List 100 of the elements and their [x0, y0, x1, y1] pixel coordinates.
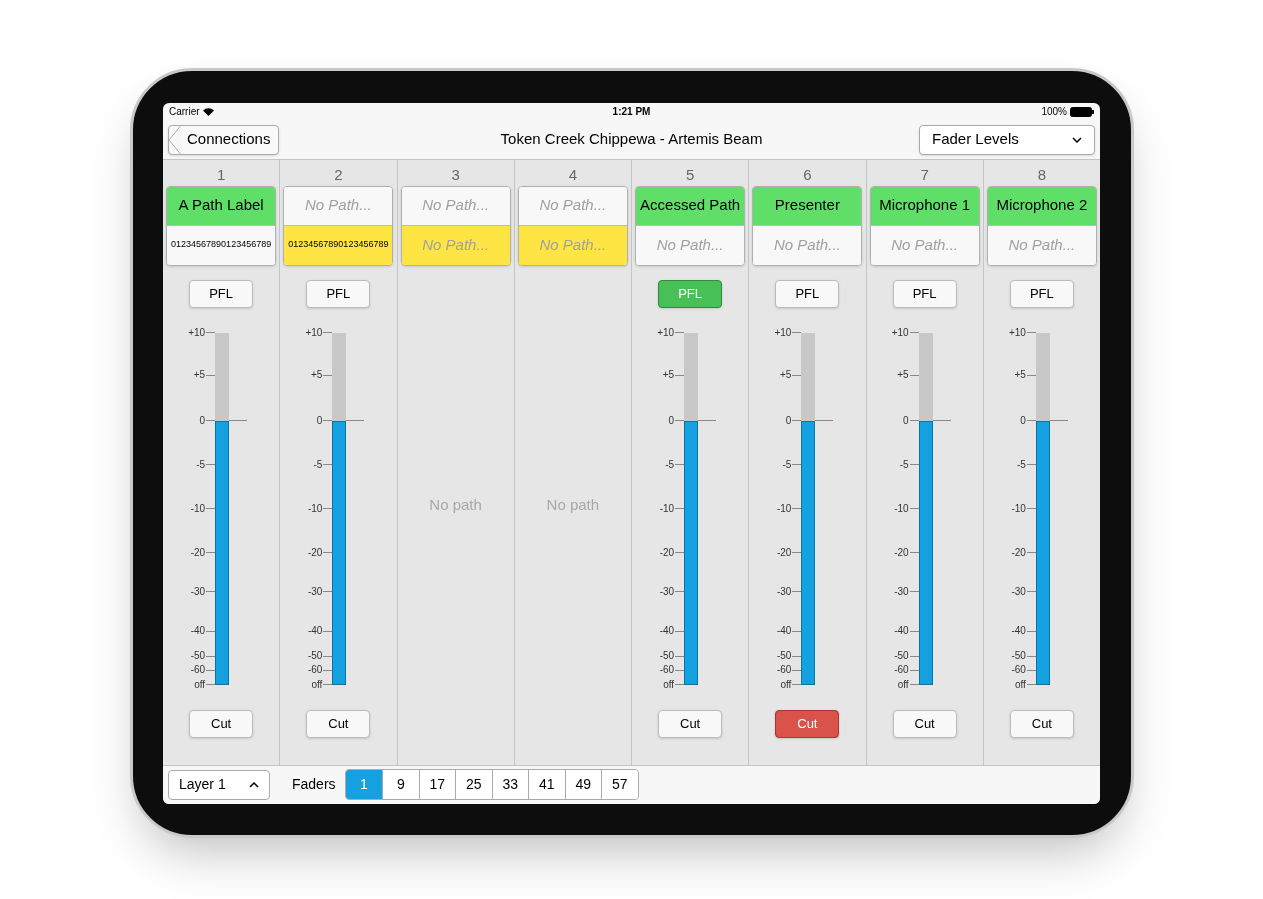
- scale-label: -10: [189, 502, 206, 515]
- scale-label: -40: [775, 625, 792, 638]
- scale-label: -60: [189, 664, 206, 677]
- fader-page-tab[interactable]: 17: [418, 770, 456, 799]
- scale-label: -60: [1010, 664, 1026, 677]
- battery-percent: 100%: [1041, 105, 1067, 119]
- fader-track[interactable]: [332, 332, 347, 685]
- channel-number: 6: [803, 164, 812, 185]
- channel-number: 5: [685, 164, 695, 185]
- scale-label: -40: [658, 625, 675, 638]
- scale-label: +10: [187, 326, 206, 339]
- cut-button[interactable]: Cut: [775, 709, 840, 738]
- path-label[interactable]: Presenter: [753, 186, 862, 226]
- chevron-left-icon: [168, 124, 182, 155]
- scale-label: off: [662, 678, 675, 691]
- scale-label: +5: [192, 369, 206, 382]
- cut-button[interactable]: Cut: [1009, 709, 1074, 738]
- fader-track[interactable]: [801, 332, 816, 685]
- scale-label: off: [1013, 678, 1026, 691]
- path-label[interactable]: A Path Label: [167, 186, 276, 226]
- fader-page-tab[interactable]: 25: [455, 770, 492, 799]
- scale-label: off: [896, 678, 909, 691]
- scale-label: 0: [1019, 414, 1026, 427]
- fader-page-tab[interactable]: 33: [491, 770, 529, 799]
- chevron-down-icon: [1072, 136, 1082, 143]
- scale-label: +10: [1007, 326, 1026, 339]
- scale-label: -5: [1015, 458, 1026, 471]
- scale-label: -50: [306, 650, 323, 663]
- pfl-button[interactable]: PFL: [775, 279, 840, 308]
- channel-number: 3: [451, 164, 460, 185]
- scale-label: -20: [775, 546, 792, 559]
- scale-label: +5: [896, 369, 909, 382]
- scale-label: -50: [775, 650, 792, 663]
- scale-label: -10: [893, 502, 909, 515]
- chevron-up-icon: [249, 781, 259, 788]
- scale-label: -5: [195, 458, 206, 471]
- cut-button[interactable]: Cut: [189, 709, 254, 738]
- scale-label: -30: [893, 585, 909, 598]
- scale-label: -60: [306, 664, 323, 677]
- scale-label: -20: [306, 546, 323, 559]
- path-label[interactable]: Microphone 2: [987, 186, 1096, 226]
- scale-label: 0: [198, 414, 206, 427]
- scale-label: -10: [306, 502, 323, 515]
- path-label[interactable]: Accessed Path: [636, 186, 745, 226]
- faders-label: Faders: [292, 775, 336, 794]
- scale-label: -40: [189, 625, 206, 638]
- fader-track[interactable]: [215, 332, 230, 685]
- pfl-button[interactable]: PFL: [189, 279, 254, 308]
- scale-label: off: [193, 678, 206, 691]
- window-title: Token Creek Chippewa - Artemis Beam: [499, 129, 764, 150]
- fader-page-tab[interactable]: 49: [564, 770, 602, 799]
- pfl-button[interactable]: PFL: [306, 279, 371, 308]
- scale-label: -40: [893, 625, 909, 638]
- channel-number: 7: [920, 164, 929, 185]
- cut-button[interactable]: Cut: [658, 709, 723, 738]
- scale-label: -30: [658, 585, 675, 598]
- scale-label: -60: [893, 664, 909, 677]
- channel-number: 4: [568, 164, 578, 185]
- scale-label: -5: [312, 458, 323, 471]
- scale-label: +10: [773, 326, 792, 339]
- pfl-button[interactable]: PFL: [1009, 279, 1074, 308]
- fader-track[interactable]: [684, 332, 699, 685]
- layer-dropdown[interactable]: Layer 1: [168, 769, 270, 800]
- path-label[interactable]: 01234567890123456789: [167, 225, 276, 265]
- channel-number: 1: [216, 164, 226, 185]
- scale-label: -20: [189, 546, 206, 559]
- scale-label: 0: [315, 414, 323, 427]
- fader-page-tab[interactable]: 57: [601, 770, 638, 799]
- scale-label: -30: [189, 585, 206, 598]
- scale-label: +10: [656, 326, 675, 339]
- fader-page-tab[interactable]: 9: [382, 770, 419, 799]
- scale-label: +10: [890, 326, 909, 339]
- fader-page-tab[interactable]: 41: [528, 770, 565, 799]
- scale-label: -50: [893, 650, 909, 663]
- scale-label: 0: [902, 414, 909, 427]
- no-path-message: No path: [429, 494, 482, 515]
- scale-label: -5: [898, 458, 909, 471]
- scale-label: -50: [658, 650, 675, 663]
- path-label[interactable]: 01234567890123456789: [284, 225, 393, 265]
- path-label[interactable]: Microphone 1: [870, 186, 979, 226]
- scale-label: 0: [784, 414, 792, 427]
- cut-button[interactable]: Cut: [306, 709, 371, 738]
- scale-label: +5: [778, 369, 792, 382]
- scale-label: -50: [1010, 650, 1026, 663]
- scale-label: +5: [309, 369, 323, 382]
- channel-number: 8: [1037, 164, 1047, 185]
- wifi-icon: [202, 107, 214, 116]
- fader-track[interactable]: [1035, 332, 1050, 685]
- scale-label: 0: [667, 414, 675, 427]
- scale-label: +10: [304, 326, 323, 339]
- scale-label: -20: [658, 546, 675, 559]
- scale-label: -60: [658, 664, 675, 677]
- fader-track[interactable]: [918, 332, 933, 685]
- pfl-button[interactable]: PFL: [892, 279, 957, 308]
- scale-label: -10: [658, 502, 675, 515]
- back-button[interactable]: Connections: [168, 124, 280, 155]
- scale-label: -10: [1010, 502, 1026, 515]
- view-dropdown[interactable]: Fader Levels: [919, 124, 1095, 155]
- cut-button[interactable]: Cut: [892, 709, 957, 738]
- scale-label: -20: [893, 546, 909, 559]
